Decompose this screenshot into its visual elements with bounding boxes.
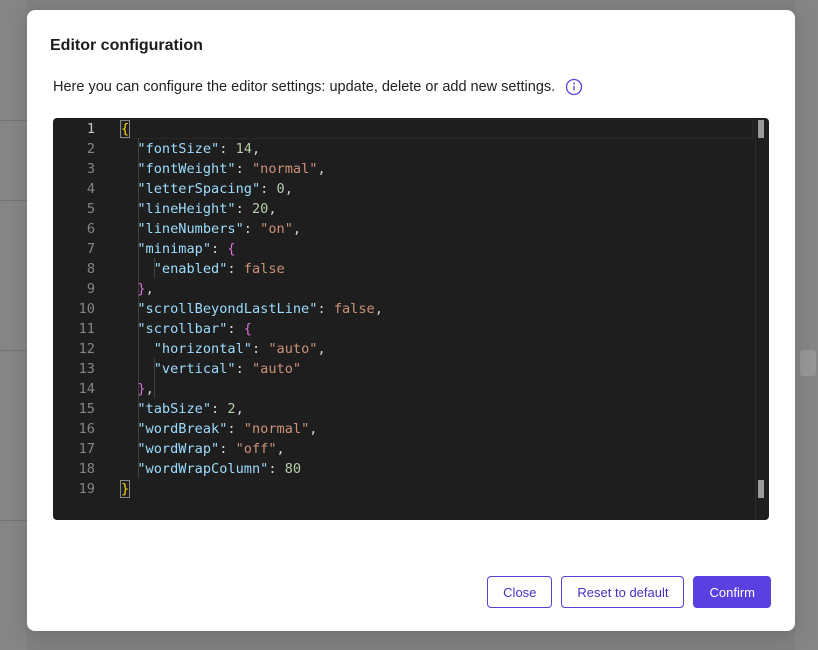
reset-to-default-button[interactable]: Reset to default — [561, 576, 685, 608]
code-line: "fontWeight": "normal", — [137, 161, 326, 177]
code-line: "scrollbar": { — [137, 321, 252, 337]
code-line: "vertical": "auto" — [153, 361, 302, 377]
line-number: 13 — [78, 361, 95, 377]
line-number: 7 — [86, 241, 95, 257]
editor-scrollbar[interactable] — [755, 118, 769, 520]
code-line: { — [119, 120, 131, 138]
code-line: "lineNumbers": "on", — [137, 221, 302, 237]
line-number: 2 — [86, 141, 95, 157]
code-line: "minimap": { — [137, 241, 236, 257]
line-number: 6 — [86, 221, 95, 237]
description-text: Here you can configure the editor settin… — [53, 79, 556, 95]
background-left-panel — [0, 0, 27, 650]
code-line: "wordBreak": "normal", — [137, 421, 318, 437]
line-number: 15 — [78, 401, 95, 417]
json-code-editor[interactable]: 1 2 3 4 5 6 7 8 9 10 11 12 13 14 15 16 17 18 19 { "fontSiz… — [53, 118, 769, 520]
scrollbar-marker — [758, 480, 764, 498]
line-number: 1 — [86, 121, 95, 137]
dialog-description: Here you can configure the editor settin… — [53, 78, 583, 96]
line-number: 17 — [78, 441, 95, 457]
background-divider — [0, 520, 27, 521]
line-number: 4 — [86, 181, 95, 197]
code-line: "enabled": false — [153, 261, 285, 277]
code-line: "fontSize": 14, — [137, 141, 261, 157]
line-number: 10 — [78, 301, 95, 317]
editor-configuration-dialog: Editor configuration Here you can config… — [27, 10, 795, 631]
code-area[interactable]: { "fontSize": 14, "fontWeight": "normal"… — [119, 118, 753, 520]
scrollbar-marker — [758, 120, 764, 138]
line-number: 5 — [86, 201, 95, 217]
line-number: 18 — [78, 461, 95, 477]
background-divider — [0, 120, 27, 121]
line-number: 8 — [86, 261, 95, 277]
line-number-gutter: 1 2 3 4 5 6 7 8 9 10 11 12 13 14 15 16 17 18 19 — [53, 118, 109, 520]
background-right-panel — [795, 0, 818, 650]
line-number: 16 — [78, 421, 95, 437]
line-number: 19 — [78, 481, 95, 497]
line-number: 3 — [86, 161, 95, 177]
code-line: "wordWrap": "off", — [137, 441, 285, 457]
code-line: "tabSize": 2, — [137, 401, 244, 417]
background-divider — [0, 200, 27, 201]
code-line: "letterSpacing": 0, — [137, 181, 293, 197]
background-divider — [0, 350, 27, 351]
code-line: }, — [137, 281, 154, 297]
line-number: 14 — [78, 381, 95, 397]
background-handle — [800, 350, 816, 376]
code-line: "scrollBeyondLastLine": false, — [137, 301, 383, 317]
confirm-button[interactable]: Confirm — [693, 576, 771, 608]
line-number: 11 — [78, 321, 95, 337]
info-circle-icon[interactable] — [565, 78, 583, 96]
code-line: "horizontal": "auto", — [153, 341, 326, 357]
code-line: "lineHeight": 20, — [137, 201, 277, 217]
line-number: 12 — [78, 341, 95, 357]
dialog-title: Editor configuration — [50, 37, 203, 54]
dialog-actions: Close Reset to default Confirm — [487, 576, 771, 608]
code-line: }, — [137, 381, 154, 397]
close-button[interactable]: Close — [487, 576, 553, 608]
line-number: 9 — [86, 281, 95, 297]
current-line-highlight — [121, 119, 753, 139]
code-line: } — [119, 480, 131, 498]
code-line: "wordWrapColumn": 80 — [137, 461, 302, 477]
